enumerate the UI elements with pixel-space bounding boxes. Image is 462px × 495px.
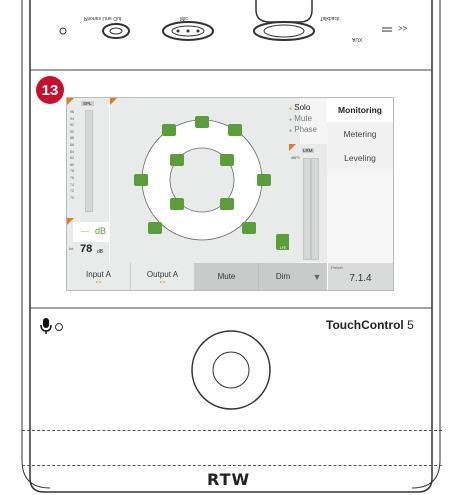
spl-scale-tick: 78 (70, 169, 74, 174)
spl-scale-tick: 82 (70, 156, 74, 161)
spl-meter-bar (85, 110, 93, 212)
chevron-down-icon[interactable]: ▼ (307, 263, 327, 290)
unit-box: ---- dB (73, 222, 109, 242)
preset-label: Preset (331, 265, 343, 270)
speaker-field: LFE (110, 98, 300, 263)
speaker-l-icon[interactable] (162, 124, 176, 136)
rtw-logo: RTW (207, 470, 251, 489)
svg-text:>>: >> (398, 24, 408, 33)
spl-scale-tick: 90 (70, 129, 74, 134)
button-label: Dim (275, 272, 291, 281)
input-a-button[interactable]: Input A ● ● (67, 263, 131, 290)
tab-leveling[interactable]: Leveling (327, 146, 393, 171)
meter-header: LRM (302, 148, 314, 153)
preset-value: 7.1.4 (349, 273, 372, 284)
indicator-dots: ● ● (95, 278, 102, 284)
jack-label-phones: Phones Line Out (84, 15, 122, 21)
tab-metering[interactable]: Metering (327, 122, 393, 147)
orange-marker-icon (67, 98, 74, 105)
lfe-label: LFE (279, 246, 287, 250)
meter-bar-r (311, 158, 319, 260)
spl-scale-tick: 92 (70, 123, 74, 128)
spl-scale-tick: 96 (70, 110, 74, 114)
preset-button[interactable]: Preset 7.1.4 (328, 263, 393, 290)
mic-status-led-icon (55, 323, 63, 331)
jack-label-mic: Mic (180, 15, 188, 21)
spl-scale-tick: 88 (70, 136, 74, 141)
tab-monitoring[interactable]: Monitoring (327, 98, 393, 123)
jack-label-aux: AUX (352, 36, 363, 42)
brand-label: TouchControl 5 (326, 318, 414, 332)
mic-icon[interactable] (40, 318, 52, 337)
spl-scale: 96 94 92 90 88 86 84 82 80 78 76 74 72 70 (70, 109, 82, 201)
callout-badge: 13 (36, 76, 64, 104)
button-label: Input A (86, 269, 111, 279)
speaker-r-icon[interactable] (228, 124, 242, 136)
rotary-knob[interactable] (192, 331, 270, 409)
mute-button[interactable]: Mute (195, 263, 259, 290)
speaker-rtf-icon[interactable] (220, 154, 234, 166)
spl-scale-tick: 76 (70, 175, 74, 180)
spl-scale-tick: 94 (70, 116, 74, 121)
output-meter-panel: dBFS LRM (289, 144, 327, 262)
touch-screen: SPL 96 94 92 90 88 86 84 82 80 78 76 74 72 70 ---- dB… (66, 97, 394, 291)
option-mute[interactable]: ● Mute (289, 114, 329, 125)
callout-number: 13 (41, 81, 59, 99)
spl-label: SPL (81, 101, 94, 106)
speaker-ls-icon[interactable] (134, 174, 148, 186)
level-value: 78 (80, 243, 93, 255)
button-label: Mute (217, 272, 236, 281)
option-solo[interactable]: ● Solo (289, 103, 329, 114)
output-a-button[interactable]: Output A ● ● (131, 263, 195, 290)
speaker-rtr-icon[interactable] (220, 198, 234, 210)
level-prefix: Int (69, 246, 74, 251)
lfe-speaker-button[interactable]: LFE (276, 234, 290, 250)
tab-label: Monitoring (338, 105, 382, 115)
orange-marker-icon (289, 144, 296, 151)
speaker-ltr-icon[interactable] (170, 198, 184, 210)
meter-unit: dBFS (291, 156, 300, 160)
spl-scale-tick: 80 (70, 162, 74, 167)
speaker-ltf-icon[interactable] (170, 154, 184, 166)
spl-scale-tick: 84 (70, 149, 74, 154)
speaker-c-icon[interactable] (195, 116, 209, 128)
tab-label: Leveling (344, 153, 376, 163)
brand-name: TouchControl (326, 318, 404, 332)
spl-scale-tick: 72 (70, 189, 74, 194)
unit-dash: ---- (81, 229, 89, 235)
tab-label: Metering (343, 129, 377, 139)
level-unit: dB (97, 249, 104, 255)
divider-dashed (22, 430, 442, 431)
divider-dashed (22, 465, 442, 466)
speaker-lrs-icon[interactable] (148, 222, 162, 234)
tab-filler (327, 170, 393, 263)
spl-scale-tick: 74 (70, 182, 74, 187)
spl-panel: SPL 96 94 92 90 88 86 84 82 80 78 76 74 72 70 ---- dB… (67, 98, 109, 263)
speaker-rrs-icon[interactable] (242, 222, 256, 234)
button-label: Output A (146, 269, 179, 279)
indicator-dots: ● ● (159, 278, 166, 284)
solo-mute-phase-options: ● Solo ● Mute ● Phase (289, 103, 329, 136)
meter-bar-l (303, 158, 311, 260)
speaker-rs-icon[interactable] (257, 174, 271, 186)
spl-scale-tick: 70 (70, 195, 74, 200)
dim-button[interactable]: Dim (259, 263, 307, 290)
spl-scale-tick: 86 (70, 142, 74, 147)
jack-label-talkback: Talkback (320, 15, 340, 21)
brand-model: 5 (403, 318, 414, 332)
unit-big: dB (95, 226, 107, 236)
option-phase[interactable]: ● Phase (289, 125, 329, 136)
